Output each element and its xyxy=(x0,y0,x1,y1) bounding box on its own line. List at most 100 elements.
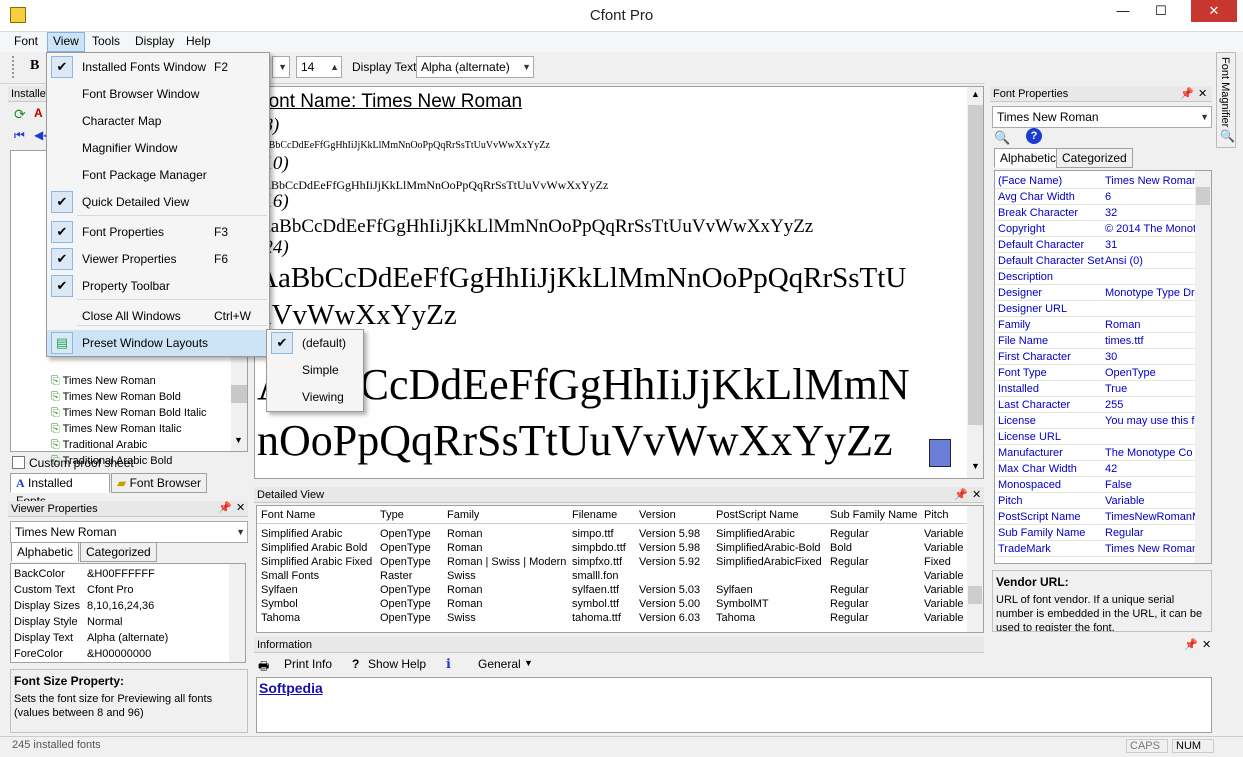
font-property-row[interactable]: Sub Family Name Regular xyxy=(995,525,1195,541)
menu-item-font-browser-window[interactable]: Font Browser Window xyxy=(47,81,269,107)
font-property-row[interactable]: Max Char Width 42 xyxy=(995,461,1195,477)
menu-item-character-map[interactable]: Character Map xyxy=(47,108,269,134)
menu-item-preset-window-layouts[interactable]: ▤ Preset Window Layouts xyxy=(47,330,269,356)
tab-categorized[interactable]: Categorized xyxy=(1056,148,1133,168)
pin-icon[interactable]: 📌 xyxy=(1180,87,1194,100)
installed-list-scroll-thumb[interactable] xyxy=(231,385,247,403)
pin-icon[interactable]: 📌 xyxy=(1184,638,1198,651)
tab-categorized[interactable]: Categorized xyxy=(80,542,157,562)
font-list-item[interactable]: ⎘ Times New Roman Italic xyxy=(51,421,181,437)
scroll-down-icon[interactable]: ▼ xyxy=(234,435,243,445)
font-property-row[interactable]: PostScript Name TimesNewRomanM xyxy=(995,509,1195,525)
table-row[interactable]: Symbol OpenType Roman symbol.ttf Version 5.0… xyxy=(257,596,965,610)
close-button[interactable]: ✕ xyxy=(1191,0,1237,22)
font-grid-scrollbar[interactable] xyxy=(1195,171,1211,563)
font-object-dropdown[interactable]: Times New Roman ▼ xyxy=(992,106,1212,128)
refresh-icon[interactable]: ⟳ xyxy=(14,106,26,123)
font-property-row[interactable]: Monospaced False xyxy=(995,477,1195,493)
first-icon[interactable]: ⏮ xyxy=(14,128,25,143)
column-header[interactable]: Version xyxy=(639,509,676,521)
font-property-row[interactable]: Font Type OpenType xyxy=(995,365,1195,381)
font-property-row[interactable]: Manufacturer The Monotype Co xyxy=(995,445,1195,461)
column-header[interactable]: Font Name xyxy=(261,509,315,521)
font-magnifier-tab[interactable]: Font Magnifier 🔍 xyxy=(1216,52,1236,148)
table-row[interactable]: Simplified Arabic Bold OpenType Roman simpb… xyxy=(257,540,965,554)
column-header[interactable]: Sub Family Name xyxy=(830,509,917,521)
font-property-row[interactable]: (Face Name) Times New Roman xyxy=(995,173,1195,189)
menu-item-quick-detailed-view[interactable]: ✔ Quick Detailed View xyxy=(47,189,269,215)
table-row[interactable]: Simplified Arabic Fixed OpenType Roman | S… xyxy=(257,554,965,568)
table-row[interactable]: Tahoma OpenType Swiss tahoma.ttf Version 6.0… xyxy=(257,610,965,624)
font-grid-scroll-thumb[interactable] xyxy=(1196,187,1210,205)
font-property-row[interactable]: Designer URL xyxy=(995,301,1195,317)
menu-help[interactable]: Help xyxy=(186,34,211,48)
column-header[interactable]: Filename xyxy=(572,509,617,521)
font-list-item[interactable]: ⎘ Times New Roman Bold Italic xyxy=(51,405,207,421)
font-size-combo[interactable]: 14 ▲ xyxy=(296,56,342,78)
tab-installed-fonts[interactable]: A Installed Fonts xyxy=(10,473,110,508)
maximize-button[interactable]: ☐ xyxy=(1146,0,1176,22)
column-header[interactable]: PostScript Name xyxy=(716,509,799,521)
info-icon[interactable]: ℹ xyxy=(446,656,451,672)
detailed-scroll-thumb[interactable] xyxy=(968,586,982,604)
font-property-row[interactable]: Description xyxy=(995,269,1195,285)
help-icon[interactable]: ? xyxy=(1026,128,1042,144)
minimize-button[interactable]: — xyxy=(1108,0,1138,22)
property-row[interactable]: Custom Text Cfont Pro xyxy=(11,582,227,598)
tab-alphabetic[interactable]: Alphabetic xyxy=(11,542,80,562)
font-filter-icon[interactable]: A xyxy=(34,106,43,120)
font-list-item[interactable]: ⎘ Traditional Arabic xyxy=(51,437,147,453)
display-text-dropdown[interactable]: Alpha (alternate) ▼ xyxy=(416,56,534,78)
font-property-row[interactable]: Designer Monotype Type Dr xyxy=(995,285,1195,301)
close-icon[interactable]: ✕ xyxy=(972,488,981,501)
font-property-row[interactable]: Break Character 32 xyxy=(995,205,1195,221)
close-icon[interactable]: ✕ xyxy=(236,501,245,514)
custom-proof-checkbox[interactable] xyxy=(12,456,25,469)
submenu-item-simple[interactable]: Simple xyxy=(267,357,363,383)
menu-font[interactable]: Font xyxy=(14,34,38,48)
menu-item-font-package-manager[interactable]: Font Package Manager xyxy=(47,162,269,188)
viewer-grid-scrollbar[interactable] xyxy=(229,564,245,662)
font-property-row[interactable]: License URL xyxy=(995,429,1195,445)
submenu-item-viewing[interactable]: Viewing xyxy=(267,384,363,410)
print-info-button[interactable]: Print Info xyxy=(284,657,332,671)
font-property-row[interactable]: Default Character 31 xyxy=(995,237,1195,253)
chevron-down-icon[interactable]: ▼ xyxy=(524,658,533,668)
font-property-row[interactable]: Last Character 255 xyxy=(995,397,1195,413)
table-row[interactable]: Sylfaen OpenType Roman sylfaen.ttf Version 5… xyxy=(257,582,965,596)
tab-font-browser[interactable]: ▰ Font Browser xyxy=(111,473,207,493)
column-header[interactable]: Type xyxy=(380,509,404,521)
font-property-row[interactable]: Avg Char Width 6 xyxy=(995,189,1195,205)
font-property-row[interactable]: TradeMark Times New Roman xyxy=(995,541,1195,557)
property-row[interactable]: Display Text Alpha (alternate) xyxy=(11,630,227,646)
menu-item-installed-fonts-window[interactable]: ✔ Installed Fonts Window F2 xyxy=(47,54,269,80)
property-row[interactable]: ForeColor &H00000000 xyxy=(11,646,227,662)
detailed-scrollbar[interactable] xyxy=(967,506,983,632)
scroll-up-icon[interactable]: ▲ xyxy=(971,89,980,99)
general-dropdown[interactable]: General xyxy=(478,657,521,671)
scroll-down-icon[interactable]: ▼ xyxy=(971,461,980,471)
font-property-row[interactable]: Family Roman xyxy=(995,317,1195,333)
column-header[interactable]: Family xyxy=(447,509,479,521)
menu-display[interactable]: Display xyxy=(135,34,174,48)
menu-view[interactable]: View xyxy=(47,32,85,52)
column-header[interactable]: Pitch xyxy=(924,509,948,521)
font-list-item[interactable]: ⎘ Times New Roman Bold xyxy=(51,389,181,405)
toolbar-grip[interactable] xyxy=(12,56,15,78)
pin-icon[interactable]: 📌 xyxy=(954,488,968,501)
viewer-object-dropdown[interactable]: Times New Roman ▼ xyxy=(10,521,248,543)
font-property-row[interactable]: First Character 30 xyxy=(995,349,1195,365)
menu-tools[interactable]: Tools xyxy=(92,34,120,48)
close-icon[interactable]: ✕ xyxy=(1198,87,1207,100)
property-row[interactable]: BackColor &H00FFFFFF xyxy=(11,566,227,582)
bold-button[interactable]: B xyxy=(30,58,39,74)
preview-scrollbar[interactable]: ▲ ▼ xyxy=(967,87,983,478)
font-list-item[interactable]: ⎘ Times New Roman xyxy=(51,373,156,389)
search-icon[interactable]: 🔍 xyxy=(994,130,1010,146)
font-property-row[interactable]: Installed True xyxy=(995,381,1195,397)
property-row[interactable]: Display Sizes 8,10,16,24,36 xyxy=(11,598,227,614)
table-row[interactable]: Small Fonts Raster Swiss smalll.fon Variable xyxy=(257,568,965,582)
font-style-dropdown[interactable]: ▼ xyxy=(272,56,290,78)
menu-item-font-properties[interactable]: ✔ Font Properties F3 xyxy=(47,219,269,245)
pin-icon[interactable]: 📌 xyxy=(218,501,232,514)
